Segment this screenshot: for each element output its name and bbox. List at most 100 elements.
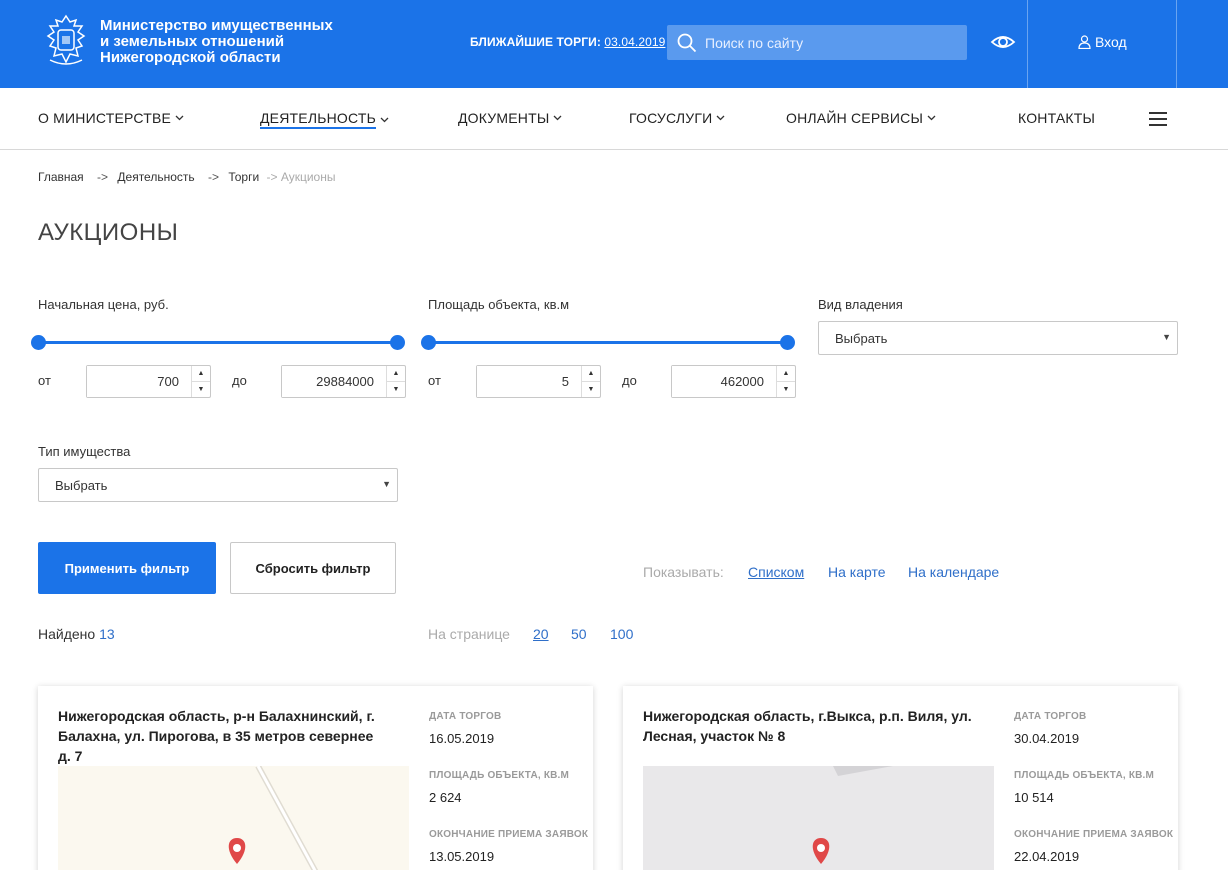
results-count-value: 13 — [99, 626, 115, 642]
chevron-down-icon — [553, 115, 562, 121]
area-min-slider-handle[interactable] — [421, 335, 436, 350]
nav-item-label: КОНТАКТЫ — [1018, 110, 1096, 126]
area-to-stepper[interactable]: ▲ ▼ — [776, 366, 795, 397]
main-navigation: О МИНИСТЕРСТВЕ ДЕЯТЕЛЬНОСТЬ ДОКУМЕНТЫ ГО… — [0, 88, 1228, 150]
stepper-up-icon[interactable]: ▲ — [192, 366, 210, 381]
price-max-slider-handle[interactable] — [390, 335, 405, 350]
area-from-stepper[interactable]: ▲ ▼ — [581, 366, 600, 397]
coat-of-arms-logo[interactable] — [40, 12, 92, 70]
nav-item-contacts[interactable]: КОНТАКТЫ — [1018, 110, 1095, 126]
property-type-filter-label: Тип имущества — [38, 444, 131, 459]
per-page-option-50[interactable]: 50 — [571, 626, 587, 642]
nav-item-activity[interactable]: ДЕЯТЕЛЬНОСТЬ — [260, 110, 389, 129]
auction-map-preview[interactable] — [58, 766, 409, 870]
ministry-name[interactable]: Министерство имущественных и земельных о… — [100, 18, 333, 66]
chevron-down-icon — [175, 115, 184, 121]
search-input[interactable] — [705, 34, 945, 51]
ownership-select-value: Выбрать — [835, 331, 888, 346]
apply-filter-button[interactable]: Применить фильтр — [38, 542, 216, 594]
site-search[interactable] — [667, 25, 967, 60]
price-from-label: от — [38, 373, 51, 388]
ministry-name-line3: Нижегородской области — [100, 49, 281, 66]
area-from-field[interactable]: ▲▼ — [476, 365, 601, 398]
results-count-label: Найдено — [38, 626, 96, 642]
site-header: Министерство имущественных и земельных о… — [0, 0, 1228, 88]
stepper-up-icon[interactable]: ▲ — [582, 366, 600, 381]
nav-item-public-services[interactable]: ГОСУСЛУГИ — [629, 110, 725, 126]
view-calendar-link[interactable]: На календаре — [908, 564, 999, 580]
breadcrumb-link-activity[interactable]: Деятельность — [117, 170, 194, 184]
price-from-input[interactable] — [87, 366, 187, 397]
per-page-option-20[interactable]: 20 — [533, 626, 549, 642]
page-title: АУКЦИОНЫ — [38, 219, 179, 246]
stepper-up-icon[interactable]: ▲ — [387, 366, 405, 381]
nav-item-label: О МИНИСТЕРСТВЕ — [38, 110, 172, 126]
dropdown-arrow-icon: ▼ — [382, 479, 391, 489]
per-page-option-100[interactable]: 100 — [610, 626, 633, 642]
price-from-field[interactable]: ▲▼ — [86, 365, 211, 398]
stepper-down-icon[interactable]: ▼ — [387, 381, 405, 396]
area-to-field[interactable]: ▲▼ — [671, 365, 796, 398]
auction-area-label: ПЛОЩАДЬ ОБЪЕКТА, КВ.М — [1014, 770, 1155, 781]
auction-deadline-value: 22.04.2019 — [1014, 849, 1080, 864]
price-from-stepper[interactable]: ▲ ▼ — [191, 366, 210, 397]
price-to-field[interactable]: ▲▼ — [281, 365, 406, 398]
stepper-up-icon[interactable]: ▲ — [777, 366, 795, 381]
user-icon — [1078, 35, 1091, 49]
breadcrumb-separator: -> — [97, 170, 109, 184]
nav-item-label: ДОКУМЕНТЫ — [458, 110, 550, 126]
per-page-label: На странице — [428, 626, 510, 642]
breadcrumb-link-auctions-parent[interactable]: Торги — [228, 170, 259, 184]
view-map-link[interactable]: На карте — [828, 564, 886, 580]
auction-deadline-label: ОКОНЧАНИЕ ПРИЕМА ЗАЯВОК — [1014, 829, 1174, 840]
header-divider — [1176, 0, 1177, 88]
breadcrumb-separator: -> — [207, 170, 219, 184]
stepper-down-icon[interactable]: ▼ — [582, 381, 600, 396]
search-icon[interactable] — [677, 33, 697, 53]
auction-area-label: ПЛОЩАДЬ ОБЪЕКТА, КВ.М — [429, 770, 570, 781]
auction-card[interactable]: Нижегородская область, г.Выкса, р.п. Вил… — [623, 686, 1178, 870]
auction-date-value: 16.05.2019 — [429, 731, 495, 746]
nav-item-about[interactable]: О МИНИСТЕРСТВЕ — [38, 110, 184, 126]
auction-date-value: 30.04.2019 — [1014, 731, 1080, 746]
auction-map-preview[interactable] — [643, 766, 994, 870]
price-range-track — [38, 341, 398, 344]
dropdown-arrow-icon: ▼ — [1162, 332, 1171, 342]
nav-item-label: ОНЛАЙН СЕРВИСЫ — [786, 110, 924, 126]
nav-item-documents[interactable]: ДОКУМЕНТЫ — [458, 110, 562, 126]
property-type-select[interactable]: Выбрать ▼ — [38, 468, 398, 502]
breadcrumb: Главная -> Деятельность -> Торги -> Аукц… — [38, 170, 339, 184]
breadcrumb-current: -> Аукционы — [266, 170, 336, 184]
price-to-input[interactable] — [282, 366, 382, 397]
price-to-stepper[interactable]: ▲ ▼ — [386, 366, 405, 397]
login-button[interactable]: Вход — [1078, 34, 1127, 50]
hamburger-menu-icon[interactable] — [1149, 112, 1167, 126]
next-auction-info: БЛИЖАЙШИЕ ТОРГИ: 03.04.2019 — [470, 35, 665, 49]
auction-card[interactable]: Нижегородская область, р-н Балахнинский,… — [38, 686, 593, 870]
login-label: Вход — [1095, 34, 1127, 50]
reset-filter-button[interactable]: Сбросить фильтр — [230, 542, 396, 594]
header-divider — [1027, 0, 1028, 88]
breadcrumb-link-home[interactable]: Главная — [38, 170, 84, 184]
next-auction-date-link[interactable]: 03.04.2019 — [604, 35, 665, 49]
auction-address[interactable]: Нижегородская область, г.Выкса, р.п. Вил… — [643, 706, 973, 746]
results-count: Найдено 13 — [38, 626, 115, 642]
price-filter-label: Начальная цена, руб. — [38, 297, 169, 312]
stepper-down-icon[interactable]: ▼ — [777, 381, 795, 396]
accessibility-eye-icon[interactable] — [990, 30, 1016, 54]
area-max-slider-handle[interactable] — [780, 335, 795, 350]
stepper-down-icon[interactable]: ▼ — [192, 381, 210, 396]
area-range-track — [428, 341, 788, 344]
auction-address[interactable]: Нижегородская область, р-н Балахнинский,… — [58, 706, 388, 766]
area-from-input[interactable] — [477, 366, 577, 397]
nav-item-label: ГОСУСЛУГИ — [629, 110, 713, 126]
view-list-link[interactable]: Списком — [748, 564, 804, 580]
nav-item-online-services[interactable]: ОНЛАЙН СЕРВИСЫ — [786, 110, 936, 126]
price-min-slider-handle[interactable] — [31, 335, 46, 350]
area-to-input[interactable] — [672, 366, 772, 397]
ownership-select[interactable]: Выбрать ▼ — [818, 321, 1178, 355]
price-to-label: до — [232, 373, 247, 388]
next-auction-label: БЛИЖАЙШИЕ ТОРГИ: — [470, 35, 601, 49]
ministry-name-line2: и земельных отношений — [100, 33, 285, 50]
chevron-down-icon — [716, 115, 725, 121]
